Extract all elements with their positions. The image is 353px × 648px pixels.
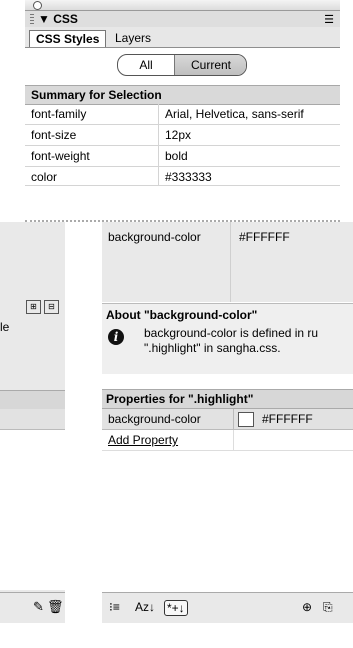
panel-menu-icon[interactable]: ☰	[324, 13, 334, 26]
link-stylesheet-icon[interactable]: ⊕	[302, 600, 312, 614]
column-divider	[158, 104, 159, 124]
close-button[interactable]	[33, 1, 42, 10]
property-value: #FFFFFF	[239, 230, 290, 244]
property-name: font-family	[31, 107, 87, 121]
left-truncated-label: le	[0, 320, 10, 334]
property-name: background-color	[108, 230, 201, 244]
about-text-line-1: background-color is defined in ru	[144, 326, 319, 340]
column-divider	[230, 222, 231, 302]
bottom-toolbar: ⁝≡ Az↓ *+↓ ⊕ ⎘	[102, 592, 353, 623]
set-properties-view-icon[interactable]: *+↓	[164, 600, 188, 616]
about-header: About "background-color"	[106, 308, 258, 322]
panel-gap	[66, 222, 102, 648]
add-property-link[interactable]: Add Property	[108, 430, 178, 450]
left-header-bar	[0, 390, 65, 410]
column-divider	[233, 430, 234, 450]
column-divider	[158, 125, 159, 145]
view-mode-icon-alt[interactable]: ⊟	[44, 300, 59, 314]
drag-grip-icon[interactable]	[30, 14, 34, 24]
alphabetical-view-icon[interactable]: Az↓	[135, 600, 155, 614]
property-name: font-size	[31, 128, 77, 142]
trash-icon[interactable]: 🗑	[47, 599, 64, 615]
add-property-row: Add Property	[102, 430, 353, 451]
column-divider	[233, 409, 234, 429]
property-value: bold	[165, 149, 188, 163]
summary-row[interactable]: font-weight bold	[25, 146, 340, 167]
mode-toggle: All Current	[117, 54, 247, 76]
tab-css-styles[interactable]: CSS Styles	[29, 30, 107, 47]
panel-header[interactable]: ▼ CSS ☰	[25, 11, 340, 28]
property-name: font-weight	[31, 149, 90, 163]
view-icons: ⊞ ⊟	[26, 300, 64, 316]
pencil-icon[interactable]: ✎	[33, 599, 44, 615]
view-mode-icon[interactable]: ⊞	[26, 300, 41, 314]
column-divider	[158, 167, 159, 187]
property-value: 12px	[165, 128, 192, 142]
properties-list-area	[102, 451, 353, 591]
property-name: color	[31, 170, 58, 184]
properties-header: Properties for ".highlight"	[102, 389, 353, 409]
attach-stylesheet-icon[interactable]: ⎘	[323, 600, 333, 615]
summary-row[interactable]: font-family Arial, Helvetica, sans-serif	[25, 104, 340, 125]
tab-bar: CSS Styles Layers	[25, 27, 340, 48]
toggle-all-button[interactable]: All	[118, 55, 174, 75]
left-bottom-toolbar: ✎ 🗑	[0, 592, 65, 623]
summary-row[interactable]: font-size 12px	[25, 125, 340, 146]
torn-edge	[25, 186, 340, 222]
property-value: #333333	[165, 170, 212, 184]
panel-title-label: CSS	[53, 12, 78, 26]
window-titlebar	[25, 0, 340, 11]
spacer	[102, 374, 353, 388]
color-swatch[interactable]	[238, 412, 254, 427]
property-name: background-color	[108, 412, 201, 426]
property-value[interactable]: #FFFFFF	[262, 409, 313, 429]
about-section: About "background-color" i background-co…	[102, 303, 353, 374]
toggle-current-button[interactable]: Current	[174, 55, 246, 75]
about-text-line-2: ".highlight" in sangha.css.	[144, 341, 281, 355]
info-icon: i	[108, 329, 124, 345]
collapse-arrow-icon[interactable]: ▼	[38, 12, 50, 26]
left-selected-row[interactable]	[0, 409, 65, 430]
summary-row-partial[interactable]: color #333333	[25, 167, 340, 187]
panel-title: ▼ CSS	[38, 12, 78, 26]
tab-layers[interactable]: Layers	[109, 30, 157, 46]
column-divider	[158, 146, 159, 166]
category-view-icon[interactable]: ⁝≡	[109, 600, 120, 614]
left-list-area	[0, 430, 65, 590]
summary-header: Summary for Selection	[25, 85, 340, 105]
property-value: Arial, Helvetica, sans-serif	[165, 107, 304, 121]
property-row[interactable]: background-color #FFFFFF	[102, 409, 353, 430]
background-color-row[interactable]: background-color #FFFFFF	[102, 222, 353, 302]
